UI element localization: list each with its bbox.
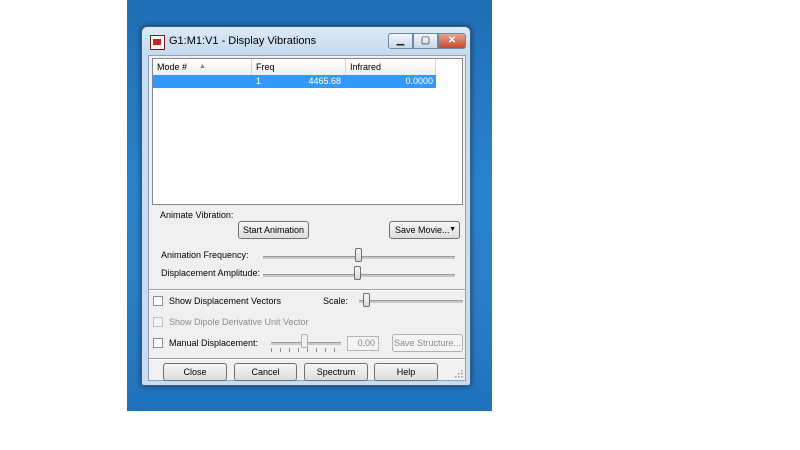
save-movie-button[interactable]: Save Movie... ▼ <box>389 221 460 239</box>
close-button[interactable]: Close <box>163 363 227 381</box>
title-bar[interactable]: G1:M1:V1 - Display Vibrations ▁ ▢ ✕ <box>142 27 470 55</box>
show-displacement-vectors-checkbox[interactable] <box>153 296 163 306</box>
start-animation-button[interactable]: Start Animation <box>238 221 309 239</box>
sort-ascending-icon: ▲ <box>199 63 206 70</box>
scale-track[interactable] <box>359 300 463 303</box>
divider <box>149 358 465 360</box>
dialog-client-area: Mode # ▲ Freq Infrared 1 4465.68 0.0000 … <box>148 55 466 381</box>
column-header-freq[interactable]: Freq <box>252 59 346 75</box>
column-header-infrared[interactable]: Infrared <box>346 59 436 75</box>
vibration-mode-list[interactable]: Mode # ▲ Freq Infrared 1 4465.68 0.0000 <box>152 58 463 205</box>
scale-thumb[interactable] <box>363 293 370 307</box>
cell-infrared: 0.0000 <box>405 76 433 86</box>
manual-displacement-value-field[interactable]: 0.00 <box>347 336 379 351</box>
list-header: Mode # ▲ Freq Infrared <box>153 59 436 76</box>
window-title: G1:M1:V1 - Display Vibrations <box>169 35 317 47</box>
spectrum-button[interactable]: Spectrum <box>304 363 368 381</box>
displacement-amplitude-label: Displacement Amplitude: <box>161 268 261 278</box>
save-structure-button[interactable]: Save Structure... <box>392 334 463 352</box>
cancel-button[interactable]: Cancel <box>234 363 297 381</box>
manual-displacement-label: Manual Displacement: <box>169 338 259 348</box>
scale-label: Scale: <box>323 296 349 306</box>
close-window-button[interactable]: ✕ <box>438 33 466 49</box>
table-row[interactable]: 1 4465.68 0.0000 <box>153 75 436 88</box>
animate-vibration-label: Animate Vibration: <box>160 210 234 220</box>
minimize-button[interactable]: ▁ <box>388 33 413 49</box>
show-displacement-vectors-label: Show Displacement Vectors <box>169 296 282 306</box>
cell-freq: 4465.68 <box>308 76 341 86</box>
displacement-amplitude-thumb[interactable] <box>354 266 361 280</box>
animation-frequency-label: Animation Frequency: <box>161 250 249 260</box>
show-dipole-checkbox[interactable] <box>153 317 163 327</box>
app-icon <box>150 35 165 50</box>
maximize-button[interactable]: ▢ <box>413 33 438 49</box>
help-button[interactable]: Help <box>374 363 438 381</box>
dropdown-arrow-icon: ▼ <box>449 226 456 233</box>
column-header-mode[interactable]: Mode # ▲ <box>153 59 252 75</box>
cell-mode: 1 <box>255 76 261 86</box>
divider <box>149 289 465 291</box>
display-vibrations-window: G1:M1:V1 - Display Vibrations ▁ ▢ ✕ Mode… <box>141 26 471 386</box>
show-dipole-label: Show Dipole Derivative Unit Vector <box>169 317 309 327</box>
manual-displacement-thumb[interactable] <box>301 334 308 348</box>
manual-displacement-checkbox[interactable] <box>153 338 163 348</box>
animation-frequency-thumb[interactable] <box>355 248 362 262</box>
resize-grip-icon[interactable] <box>455 370 463 378</box>
